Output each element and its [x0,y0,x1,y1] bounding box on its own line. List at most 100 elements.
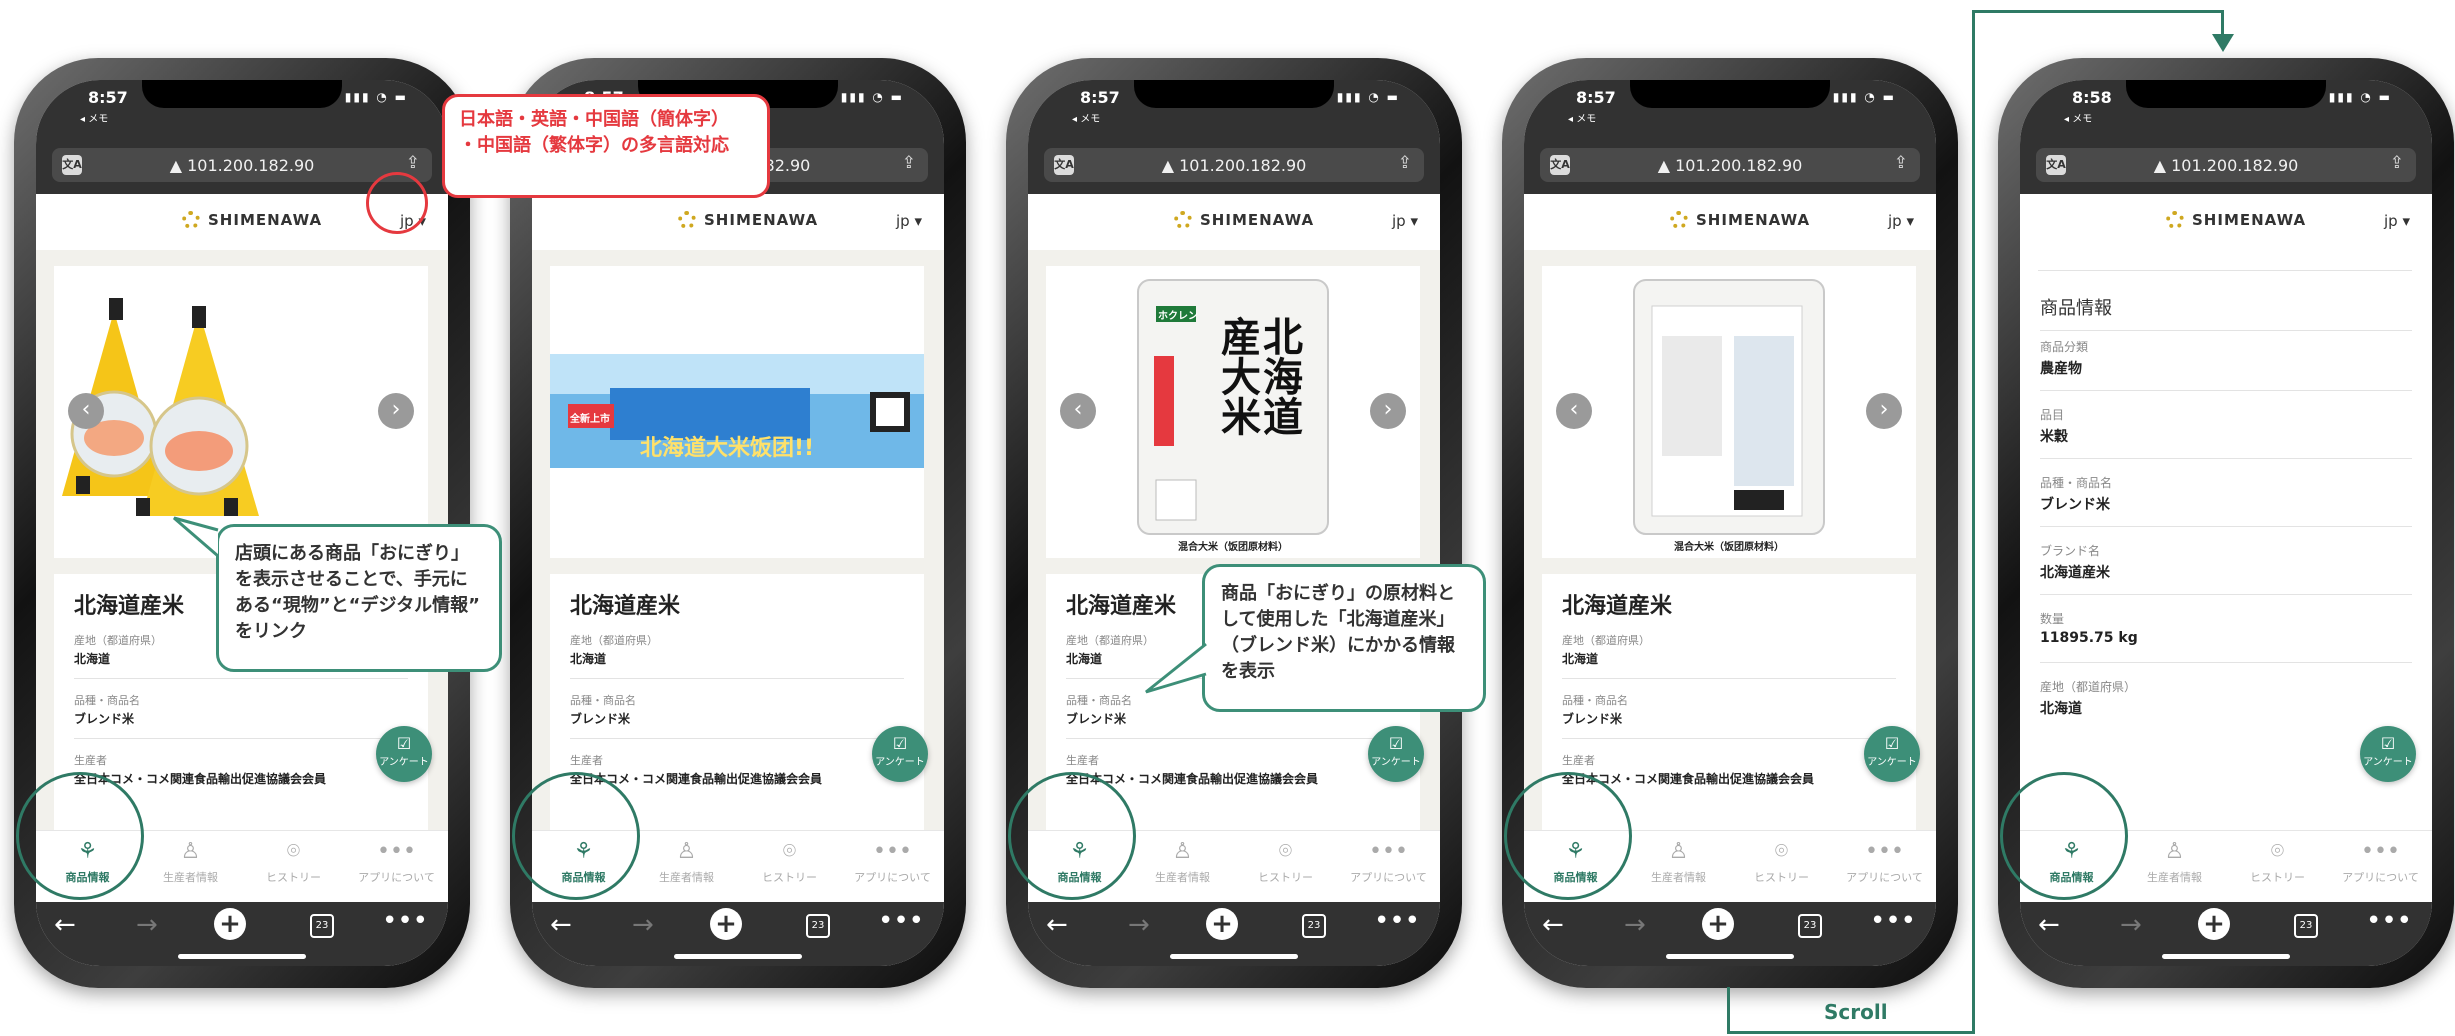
survey-button[interactable]: ☑ アンケート [1864,726,1920,782]
rice-bag-caption: 混合大米（饭团原材料） [1178,542,1288,553]
survey-button[interactable]: ☑ アンケート [1368,726,1424,782]
location-pin-icon: ⌾ [1774,839,1789,864]
divider [74,678,408,679]
app-header: SHIMENAWA jp ▾ [532,194,944,250]
address-field[interactable]: 文A ▲ 101.200.182.90 ⇪ [1540,148,1920,182]
survey-button[interactable]: ☑ アンケート [2360,726,2416,782]
tab-about-app[interactable]: ••• アプリについて [841,839,944,885]
tab-about-app[interactable]: ••• アプリについて [1337,839,1440,885]
tabs-count-button[interactable]: 23 [310,914,334,938]
divider [1066,738,1400,739]
shimenawa-logo-icon [2166,211,2184,229]
share-icon[interactable]: ⇪ [406,153,420,173]
farmer-icon: ♙ [2164,839,2185,864]
tab-producer-info[interactable]: ♙ 生産者情報 [1131,839,1234,885]
address-field[interactable]: 文A ▲ 101.200.182.90 ⇪ [2036,148,2416,182]
language-select[interactable]: jp ▾ [2384,212,2410,230]
forward-arrow-icon[interactable]: → [1128,910,1150,940]
tab-producer-info[interactable]: ♙ 生産者情報 [2123,839,2226,885]
language-select[interactable]: jp ▾ [896,212,922,230]
tab-producer-info[interactable]: ♙ 生産者情報 [139,839,242,885]
rice-bag-title: 北海道 産大米 [1214,316,1302,436]
language-select[interactable]: jp ▾ [1888,212,1914,230]
back-to-memo-link[interactable]: ◂ メモ [80,110,108,125]
language-select[interactable]: jp ▾ [1392,212,1418,230]
tab-history[interactable]: ⌾ ヒストリー [242,839,345,885]
product-image-card: 北海道大米饭团!! 全新上市 [550,266,924,558]
address-field[interactable]: 文A ▲ 101.200.182.90 ⇪ [52,148,432,182]
back-to-memo-link[interactable]: ◂ メモ [1568,110,1596,125]
tab-about-app[interactable]: ••• アプリについて [345,839,448,885]
forward-arrow-icon[interactable]: → [632,910,654,940]
back-to-memo-link[interactable]: ◂ メモ [2064,110,2092,125]
tab-history[interactable]: ⌾ ヒストリー [1234,839,1337,885]
new-tab-icon[interactable]: + [710,908,742,940]
producer-label: 生産者 [74,754,107,767]
carousel-prev-button[interactable]: ‹ [1556,393,1592,429]
tab-label: アプリについて [1846,871,1923,884]
back-arrow-icon[interactable]: ← [1046,910,1068,940]
tab-history[interactable]: ⌾ ヒストリー [2226,839,2329,885]
back-arrow-icon[interactable]: ← [2038,910,2060,940]
new-tab-icon[interactable]: + [1702,908,1734,940]
forward-arrow-icon[interactable]: → [2120,910,2142,940]
carousel-next-button[interactable]: › [378,393,414,429]
product-tab-highlight-circle [16,772,144,900]
forward-arrow-icon[interactable]: → [1624,910,1646,940]
more-menu-icon[interactable]: ••• [1870,906,1916,936]
tab-producer-info[interactable]: ♙ 生産者情報 [1627,839,1730,885]
product-tab-highlight-circle [1008,772,1136,900]
tabs-count-button[interactable]: 23 [1302,914,1326,938]
share-icon[interactable]: ⇪ [1398,153,1412,173]
variety-value: ブレンド米 [570,712,631,726]
variety-label: 品種・商品名 [570,694,636,707]
more-menu-icon[interactable]: ••• [1374,906,1420,936]
address-field[interactable]: 文A ▲ 101.200.182.90 ⇪ [1044,148,1424,182]
back-to-memo-link[interactable]: ◂ メモ [1072,110,1100,125]
tab-producer-info[interactable]: ♙ 生産者情報 [635,839,738,885]
onigiri-product-image [62,298,259,516]
language-highlight-circle [366,172,428,234]
tab-history[interactable]: ⌾ ヒストリー [738,839,841,885]
more-menu-icon[interactable]: ••• [382,906,428,936]
tabs-count-button[interactable]: 23 [806,914,830,938]
forward-arrow-icon[interactable]: → [136,910,158,940]
more-dots-icon: ••• [2361,839,2400,864]
share-icon[interactable]: ⇪ [1894,153,1908,173]
divider [2040,390,2412,391]
tab-history[interactable]: ⌾ ヒストリー [1730,839,1833,885]
new-tab-icon[interactable]: + [2198,908,2230,940]
app-header: SHIMENAWA jp ▾ [1028,194,1440,250]
browser-url-bar: 文A ▲ 101.200.182.90 ⇪ [1524,138,1936,194]
url-text: ▲ 101.200.182.90 [1657,156,1803,175]
back-arrow-icon[interactable]: ← [550,910,572,940]
more-menu-icon[interactable]: ••• [2366,906,2412,936]
shimenawa-logo-icon [678,211,696,229]
share-icon[interactable]: ⇪ [2390,153,2404,173]
phone-notch [2126,80,2326,108]
tabs-count-button[interactable]: 23 [1798,914,1822,938]
survey-icon: ☑ [1884,734,1900,753]
rice-bag-brand: ホクレン [1158,311,1198,322]
survey-button[interactable]: ☑ アンケート [872,726,928,782]
new-tab-icon[interactable]: + [214,908,246,940]
more-menu-icon[interactable]: ••• [878,906,924,936]
product-name: 北海道産米 [570,594,681,619]
back-arrow-icon[interactable]: ← [1542,910,1564,940]
product-tab-highlight-circle [2000,772,2128,900]
carousel-next-button[interactable]: › [1370,393,1406,429]
detail-label: 品種・商品名 [2040,476,2113,490]
carousel-prev-button[interactable]: ‹ [1060,393,1096,429]
share-icon[interactable]: ⇪ [902,153,916,173]
survey-button[interactable]: ☑ アンケート [376,726,432,782]
tab-about-app[interactable]: ••• アプリについて [1833,839,1936,885]
back-arrow-icon[interactable]: ← [54,910,76,940]
logo-text: SHIMENAWA [1696,211,1811,229]
new-tab-icon[interactable]: + [1206,908,1238,940]
carousel-next-button[interactable]: › [1866,393,1902,429]
producer-label: 生産者 [570,754,603,767]
tabs-count-button[interactable]: 23 [2294,914,2318,938]
tab-label: ヒストリー [2250,871,2305,884]
carousel-prev-button[interactable]: ‹ [68,393,104,429]
tab-about-app[interactable]: ••• アプリについて [2329,839,2432,885]
